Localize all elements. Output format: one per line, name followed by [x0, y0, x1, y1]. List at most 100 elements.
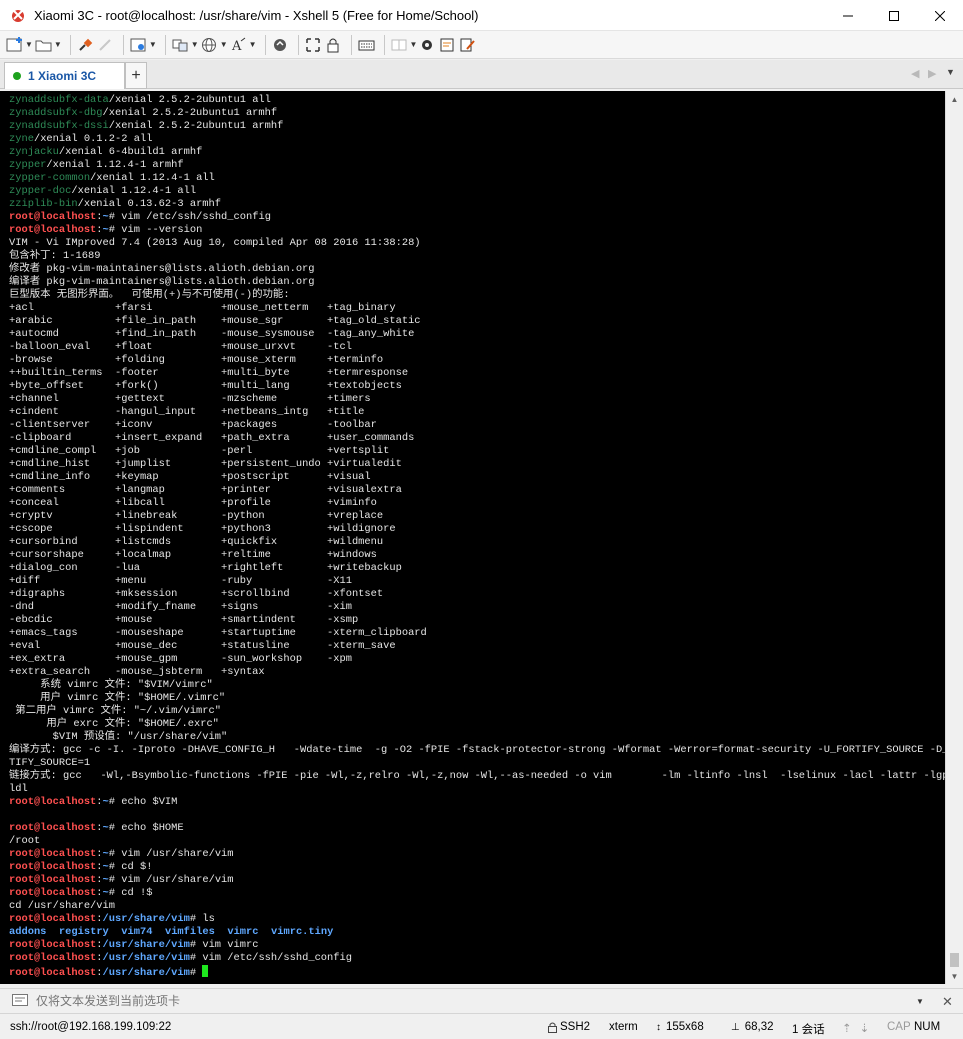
script-button[interactable]: [439, 34, 457, 56]
terminal-line: 巨型版本 无图形界面。 可使用(+)与不可使用(-)的功能:: [9, 289, 945, 302]
terminal-line: -browse +folding +mouse_xterm +terminfo: [9, 354, 945, 367]
terminal-scrollbar[interactable]: ▲ ▼: [945, 91, 963, 984]
fullscreen-button[interactable]: [305, 34, 323, 56]
open-folder-button[interactable]: ▼: [35, 34, 62, 56]
command-text: vim /usr/share/vim: [115, 848, 234, 860]
terminal-line: +acl +farsi +mouse_netterm +tag_binary: [9, 302, 945, 315]
tab-session-1[interactable]: 1 Xiaomi 3C: [4, 62, 125, 89]
globe-icon: [201, 37, 216, 52]
output-text: +cindent -hangul_input +netbeans_intg +t…: [9, 406, 365, 418]
arrow-down-icon[interactable]: ⇣: [860, 1021, 870, 1035]
terminal-line: 用户 vimrc 文件: "$HOME/.vimrc": [9, 692, 945, 705]
output-text: +acl +farsi +mouse_netterm +tag_binary: [9, 302, 396, 314]
status-cursor-pos: ⊥ 68,32: [731, 1021, 774, 1033]
highlight-button[interactable]: [272, 34, 290, 56]
terminal-line: root@localhost:~# cd !$: [9, 887, 153, 899]
terminal-line: 用户 exrc 文件: "$HOME/.exrc": [9, 718, 945, 731]
status-caps: CAP: [887, 1021, 911, 1033]
terminal-line: -clientserver +iconv +packages -toolbar: [9, 419, 945, 432]
terminal-line: +emacs_tags -mouseshape +startuptime -xt…: [9, 627, 945, 640]
output-text: TIFY_SOURCE=1: [9, 757, 91, 769]
minimize-button[interactable]: [825, 0, 871, 31]
prompt-user: root@localhost: [9, 848, 97, 860]
compose-input[interactable]: [36, 991, 896, 1011]
terminal-line: root@localhost:~# vim /usr/share/vim: [9, 874, 234, 886]
layout-button[interactable]: ▼: [391, 34, 417, 56]
terminal-line: zynjacku/xenial 6-4build1 armhf: [9, 146, 945, 159]
command-text: ls: [196, 913, 215, 925]
font-button[interactable]: A ▼: [230, 34, 257, 56]
terminal-screen[interactable]: zynaddsubfx-data/xenial 2.5.2-2ubuntu1 a…: [0, 91, 945, 984]
maximize-icon: [889, 10, 899, 21]
terminal-line: ldl: [9, 783, 945, 796]
terminal-line: VIM - Vi IMproved 7.4 (2013 Aug 10, comp…: [9, 237, 945, 250]
terminal-line: zyne/xenial 0.1.2-2 all: [9, 133, 945, 146]
command-text: cd !$: [115, 887, 153, 899]
scrollbar-thumb[interactable]: [950, 953, 959, 967]
disconnect-button[interactable]: [97, 34, 115, 56]
output-text: +dialog_con -lua +rightleft +writebackup: [9, 562, 402, 574]
prompt-path: ~: [102, 848, 109, 860]
settings-button[interactable]: [419, 34, 437, 56]
terminal-line: 第二用户 vimrc 文件: "~/.vim/vimrc": [9, 705, 945, 718]
package-name: zziplib-bin: [9, 198, 78, 210]
close-icon: [935, 10, 945, 21]
command-text: cd $!: [115, 861, 153, 873]
output-text: +channel +gettext -mzscheme +timers: [9, 393, 371, 405]
arrow-up-icon[interactable]: ⇡: [842, 1021, 852, 1035]
globe-button[interactable]: ▼: [201, 34, 228, 56]
package-name: zynaddsubfx-dbg: [9, 107, 103, 119]
output-text: 链接方式: gcc -Wl,-Bsymbolic-functions -fPIE…: [9, 770, 945, 782]
tab-scroll-left-icon[interactable]: ◀: [911, 67, 919, 80]
compose-toggle-button[interactable]: [459, 34, 477, 56]
compose-dropdown-icon[interactable]: ▼: [916, 997, 924, 1006]
output-text: +cursorbind +listcmds +quickfix +wildmen…: [9, 536, 384, 548]
lock-button[interactable]: [325, 34, 343, 56]
status-nav-arrows: ⇡ ⇣: [842, 1021, 869, 1035]
prompt-path: /usr/share/vim: [102, 913, 190, 925]
keyboard-icon: [358, 40, 375, 50]
terminal-line: +digraphs +mksession +scrollbind -xfonts…: [9, 588, 945, 601]
package-name: zypper-doc: [9, 185, 72, 197]
keyboard-button[interactable]: [358, 34, 376, 56]
properties-button[interactable]: ▼: [130, 34, 157, 56]
connect-button[interactable]: [77, 34, 95, 56]
terminal-line: -dnd +modify_fname +signs -xim: [9, 601, 945, 614]
close-button[interactable]: [917, 0, 963, 31]
terminal-line: +conceal +libcall +profile +viminfo: [9, 497, 945, 510]
maximize-button[interactable]: [871, 0, 917, 31]
font-icon: A: [231, 37, 245, 53]
terminal-line: zynaddsubfx-data/xenial 2.5.2-2ubuntu1 a…: [9, 94, 945, 107]
transfer-button[interactable]: ▼: [172, 34, 199, 56]
command-text: echo $HOME: [115, 822, 184, 834]
terminal-line: +cryptv +linebreak -python +vreplace: [9, 510, 945, 523]
terminal-line: root@localhost:/usr/share/vim# ls: [9, 913, 215, 925]
prompt-path: ~: [102, 861, 109, 873]
new-session-button[interactable]: ▼: [6, 34, 33, 56]
new-tab-button[interactable]: +: [125, 62, 147, 89]
output-text: cd /usr/share/vim: [9, 900, 116, 912]
output-text: 用户 vimrc 文件: "$HOME/.vimrc": [9, 692, 226, 704]
toolbar-separator: [122, 34, 124, 55]
prompt-path: ~: [102, 887, 109, 899]
output-text: -ebcdic +mouse +smartindent -xsmp: [9, 614, 359, 626]
svg-text:A: A: [231, 39, 242, 53]
terminal-line: +comments +langmap +printer +visualextra: [9, 484, 945, 497]
output-text: +comments +langmap +printer +visualextra: [9, 484, 402, 496]
package-info: /xenial 1.12.4-1 all: [90, 172, 215, 184]
output-text: $VIM 预设值: "/usr/share/vim": [9, 731, 228, 743]
tab-scroll-right-icon[interactable]: ▶: [928, 67, 936, 80]
folder-icon: [35, 40, 52, 51]
compose-close-icon[interactable]: ✕: [942, 994, 953, 1010]
output-text: -clientserver +iconv +packages -toolbar: [9, 419, 377, 431]
terminal-line: 编译方式: gcc -c -I. -Iproto -DHAVE_CONFIG_H…: [9, 744, 945, 757]
prompt-user: root@localhost: [9, 861, 97, 873]
terminal-line: zypper-doc/xenial 1.12.4-1 all: [9, 185, 945, 198]
package-name: zynaddsubfx-data: [9, 94, 109, 106]
tab-menu-dropdown-icon[interactable]: ▼: [946, 67, 955, 77]
output-text: +arabic +file_in_path +mouse_sgr +tag_ol…: [9, 315, 421, 327]
output-text: -clipboard +insert_expand +path_extra +u…: [9, 432, 415, 444]
scroll-up-icon[interactable]: ▲: [946, 91, 963, 107]
scroll-down-icon[interactable]: ▼: [946, 968, 963, 984]
output-text: 修改者 pkg-vim-maintainers@lists.alioth.deb…: [9, 263, 315, 275]
